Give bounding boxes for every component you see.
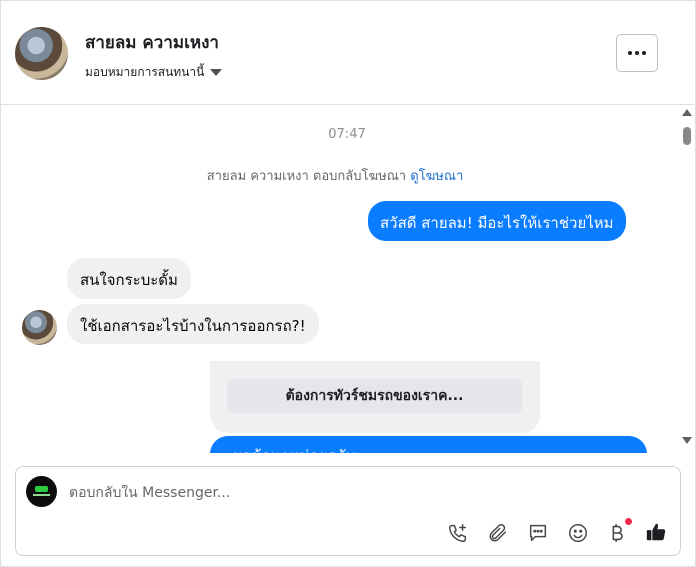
emoji-icon[interactable] <box>566 521 590 545</box>
phone-plus-icon[interactable] <box>446 521 470 545</box>
view-ad-link[interactable]: ดูโฆษณา <box>410 169 463 184</box>
partial-message-text: ขอข้อมูลหน่อยครับ <box>232 444 355 453</box>
scroll-up-arrow[interactable] <box>682 109 692 116</box>
contact-avatar[interactable] <box>15 27 68 80</box>
assign-label: มอบหมายการสนทนานี้ <box>85 65 205 79</box>
more-options-button[interactable] <box>616 34 658 72</box>
incoming-message[interactable]: สนใจกระบะดั้ม <box>67 258 191 299</box>
outgoing-message-partial[interactable]: ขอข้อมูลหน่อยครับ <box>210 436 647 453</box>
reply-input[interactable] <box>69 485 629 501</box>
conversation-header: สายลม ความเหงา มอบหมายการสนทนานี้ <box>0 0 694 105</box>
scrollbar-thumb[interactable] <box>683 127 691 145</box>
assign-conversation-dropdown[interactable]: มอบหมายการสนทนานี้ <box>85 63 223 82</box>
outgoing-message[interactable]: สวัสดี สายลม! มีอะไรให้เราช่วยไหม <box>368 201 626 241</box>
message-timestamp: 07:47 <box>328 127 366 142</box>
baht-payment-icon[interactable] <box>605 521 629 545</box>
reply-composer <box>15 466 681 556</box>
paperclip-icon[interactable] <box>486 521 510 545</box>
ad-reply-notice: สายลม ความเหงา ตอบกลับโฆษณา ดูโฆษณา <box>0 165 670 186</box>
message-card: ต้องการทัวร์ชมรถของเราค... <box>210 361 540 433</box>
card-quick-reply-button[interactable]: ต้องการทัวร์ชมรถของเราค... <box>227 379 522 413</box>
incoming-message[interactable]: ใช้เอกสารอะไรบ้างในการออกรถ?! <box>67 304 319 344</box>
saved-reply-icon[interactable] <box>526 521 550 545</box>
contact-avatar-small[interactable] <box>22 310 57 345</box>
scroll-down-arrow[interactable] <box>682 437 692 444</box>
ad-reply-text: สายลม ความเหงา ตอบกลับโฆษณา <box>206 169 407 184</box>
notification-dot <box>625 518 632 525</box>
contact-name[interactable]: สายลม ความเหงา <box>85 29 219 56</box>
page-logo <box>26 476 57 507</box>
like-icon[interactable] <box>644 520 668 544</box>
message-thread[interactable]: 07:47 สายลม ความเหงา ตอบกลับโฆษณา ดูโฆษณ… <box>0 105 694 453</box>
more-icon <box>628 51 632 55</box>
caret-down-icon <box>210 69 223 76</box>
